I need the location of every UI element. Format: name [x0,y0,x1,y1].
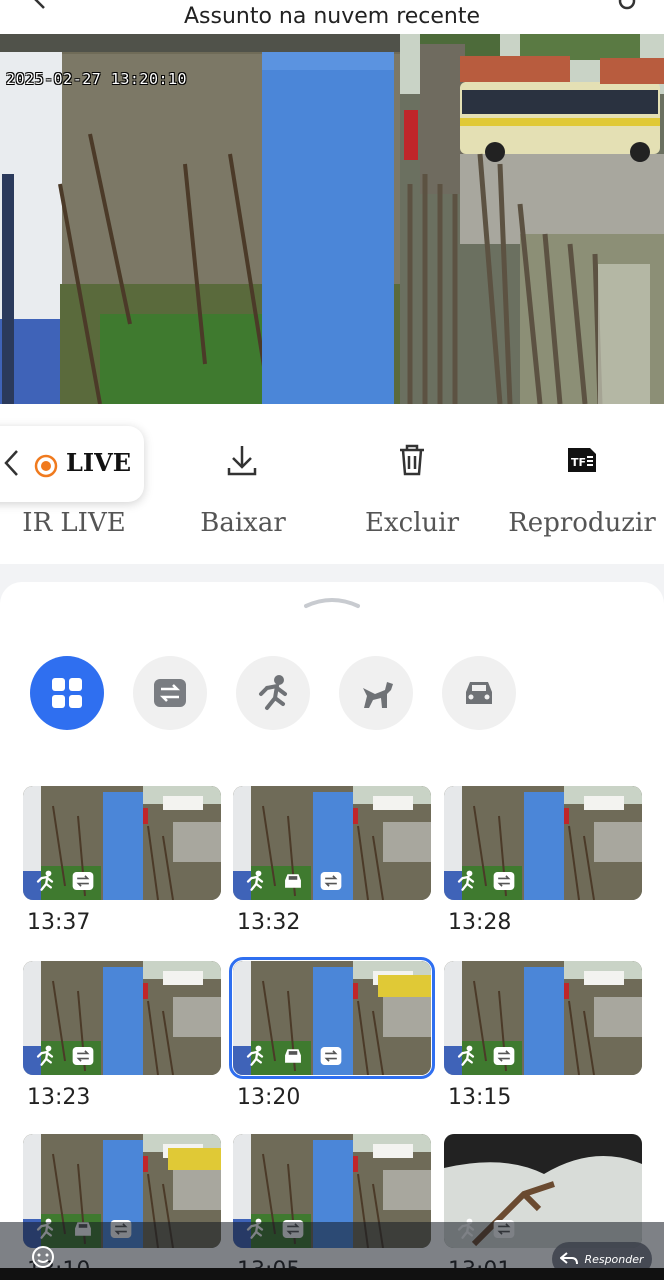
trash-icon[interactable] [392,440,432,480]
event-type-icons [243,870,343,892]
person-running-icon [454,1045,478,1067]
download-label[interactable]: Baixar [183,508,303,538]
motion-detect-icon [71,870,95,892]
motion-detect-icon [71,1045,95,1067]
filter-pet-button[interactable] [339,656,413,730]
event-time-label: 13:20 [237,1085,301,1110]
dog-icon [363,682,393,708]
video-player[interactable]: 2025-02-27 13:20:10 [0,34,664,404]
car-icon [281,1045,305,1067]
top-bar: Assunto na nuvem recente [0,0,664,34]
playback-label[interactable]: Reproduzir [500,508,664,538]
event-type-icons [454,870,516,892]
event-type-icons [454,1045,516,1067]
person-running-icon [259,675,287,710]
live-label: LIVE [66,448,132,477]
motion-detect-icon [492,870,516,892]
event-time-label: 13:28 [448,910,512,935]
settings-icon[interactable] [616,0,638,12]
live-dot-icon [34,454,58,478]
event-thumbnail[interactable] [23,961,221,1075]
event-thumbnail[interactable] [444,961,642,1075]
chevron-left-icon [4,450,18,476]
emoji-icon[interactable] [30,1244,56,1270]
filter-person-button[interactable] [236,656,310,730]
event-thumbnail[interactable] [233,786,431,900]
person-running-icon [243,870,267,892]
app-screen: Assunto na nuvem recente 2025-02-27 13:2… [0,0,664,1280]
reply-arrow-icon [560,1252,579,1265]
reply-label: Responder [584,1252,644,1266]
event-type-icons [243,1045,343,1067]
system-nav-strip [0,1268,664,1280]
video-timestamp: 2025-02-27 13:20:10 [6,70,188,88]
action-bar: LIVE IR LIVE Baixar Excluir TF Reproduzi… [0,404,664,564]
event-time-label: 13:32 [237,910,301,935]
delete-label[interactable]: Excluir [352,508,472,538]
event-thumbnail[interactable] [444,786,642,900]
panel-handle-icon[interactable] [302,592,362,610]
download-icon[interactable] [222,440,262,480]
event-time-label: 13:15 [448,1085,512,1110]
filter-all-button[interactable] [30,656,104,730]
motion-detect-icon [492,1045,516,1067]
grid-icon [52,678,82,708]
event-type-icons [33,870,95,892]
filter-vehicle-button[interactable] [442,656,516,730]
event-thumbnail[interactable] [23,786,221,900]
motion-detect-icon [154,679,186,707]
person-running-icon [243,1045,267,1067]
car-icon [466,682,492,704]
person-running-icon [33,870,57,892]
event-type-icons [33,1045,95,1067]
person-running-icon [454,870,478,892]
motion-detect-icon [319,1045,343,1067]
event-time-label: 13:37 [27,910,91,935]
page-title: Assunto na nuvem recente [183,4,481,29]
ir-live-label[interactable]: IR LIVE [14,508,134,538]
motion-detect-icon [319,870,343,892]
camera-frame-image [0,34,664,404]
event-time-label: 13:23 [27,1085,91,1110]
person-running-icon [33,1045,57,1067]
svg-text:TF: TF [571,456,586,469]
car-icon [281,870,305,892]
tf-card-icon[interactable]: TF [562,440,602,480]
live-button[interactable]: LIVE [0,426,144,502]
event-thumbnail[interactable] [229,957,435,1079]
filter-motion-button[interactable] [133,656,207,730]
